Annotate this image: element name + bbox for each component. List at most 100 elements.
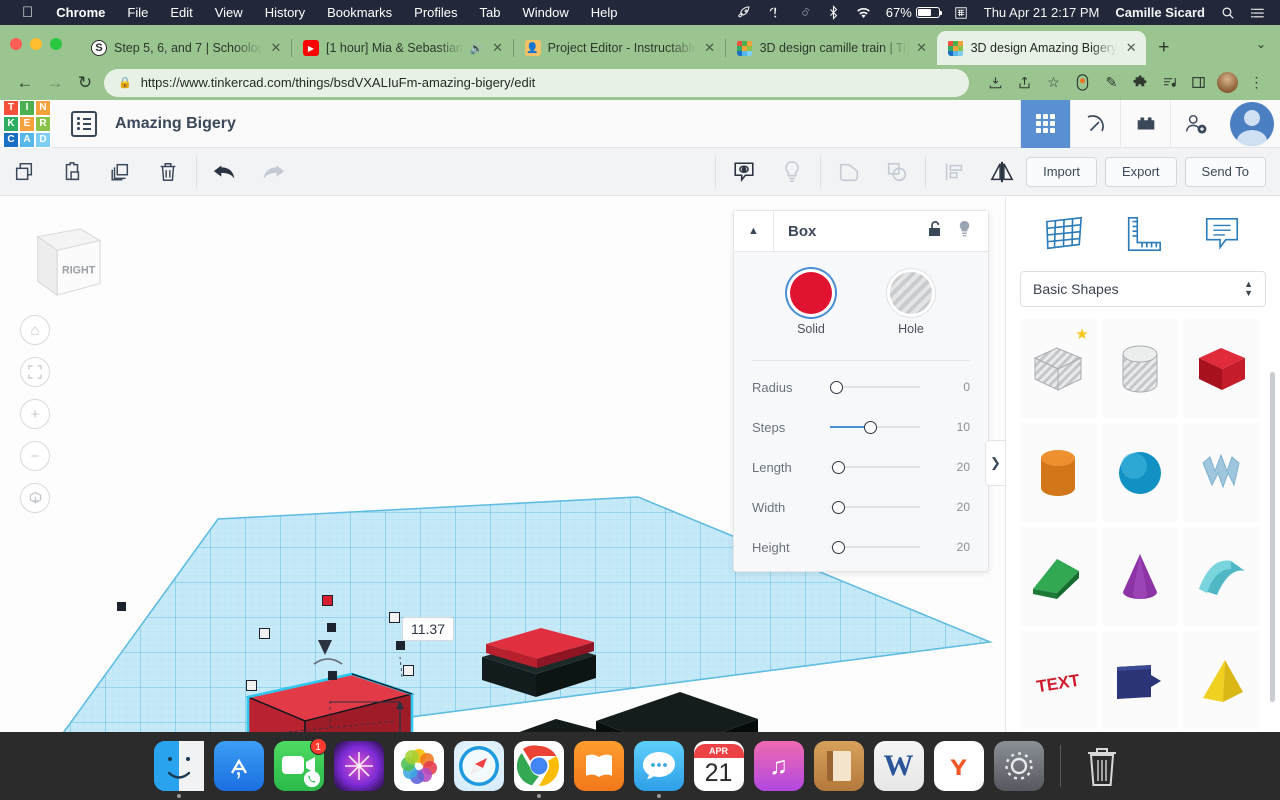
property-value[interactable]: 20 xyxy=(934,460,970,474)
apple-menu-icon[interactable]:  xyxy=(10,0,45,25)
unlock-icon[interactable] xyxy=(927,220,943,243)
back-button[interactable]: ← xyxy=(10,68,40,98)
duplicate-icon[interactable] xyxy=(96,148,144,196)
reload-button[interactable]: ↻ xyxy=(70,68,100,98)
undo-icon[interactable] xyxy=(201,148,249,196)
dock-item-chrome[interactable] xyxy=(513,741,564,798)
paste-icon[interactable] xyxy=(48,148,96,196)
steps-slider[interactable] xyxy=(830,420,934,434)
scale-handle-left[interactable] xyxy=(259,628,270,639)
ungroup-icon[interactable] xyxy=(873,148,921,196)
menu-history[interactable]: History xyxy=(254,0,316,25)
menu-profiles[interactable]: Profiles xyxy=(403,0,468,25)
property-value[interactable]: 20 xyxy=(934,540,970,554)
media-list-icon[interactable] xyxy=(1156,69,1183,96)
menu-chrome[interactable]: Chrome xyxy=(45,0,116,25)
zoom-in-icon[interactable]: + xyxy=(20,399,50,429)
tinkercad-logo[interactable]: T I N K E R C A D xyxy=(3,99,51,148)
scale-handle-corner-b[interactable] xyxy=(396,641,405,650)
sync-icon[interactable] xyxy=(790,6,820,20)
profile-avatar[interactable] xyxy=(1214,69,1241,96)
menu-bookmarks[interactable]: Bookmarks xyxy=(316,0,403,25)
ruler-icon[interactable] xyxy=(1120,211,1166,257)
shape-box-hole[interactable]: ★ xyxy=(1020,319,1097,418)
alert-icon[interactable] xyxy=(760,6,790,20)
close-tab-icon[interactable]: ✕ xyxy=(491,40,505,56)
width-slider[interactable] xyxy=(830,500,934,514)
ortho-perspective-icon[interactable] xyxy=(20,483,50,513)
menu-help[interactable]: Help xyxy=(580,0,629,25)
dock-item-facetime[interactable]: 1 xyxy=(273,738,327,791)
note-eye-icon[interactable] xyxy=(720,148,768,196)
extensions-puzzle-icon[interactable] xyxy=(1127,69,1154,96)
tab-audio-icon[interactable]: 🔊 xyxy=(470,42,484,55)
close-tab-icon[interactable]: ✕ xyxy=(1124,40,1138,56)
dock-item-siri[interactable] xyxy=(333,741,384,791)
dock-item-photos[interactable] xyxy=(393,741,444,791)
menu-bar-username[interactable]: Camille Sicard xyxy=(1107,0,1213,25)
dock-item-safari[interactable] xyxy=(453,741,504,791)
dock-item-finder[interactable] xyxy=(153,741,204,798)
new-tab-button[interactable]: + xyxy=(1146,31,1181,65)
menu-file[interactable]: File xyxy=(116,0,159,25)
hole-option[interactable]: Hole xyxy=(890,272,932,336)
dock-item-itunes[interactable]: ♫ xyxy=(753,741,804,791)
light-bulb-icon[interactable] xyxy=(957,220,972,243)
close-tab-icon[interactable]: ✕ xyxy=(915,40,929,56)
pencil-icon[interactable]: ✎ xyxy=(1098,69,1125,96)
browser-tab-instructables[interactable]: 👤 Project Editor - Instructables ✕ xyxy=(514,31,725,65)
property-value[interactable]: 20 xyxy=(934,500,970,514)
shape-tag-navy[interactable] xyxy=(1101,631,1179,730)
browser-tab-tinkercad-bigery[interactable]: 3D design Amazing Bigery ✕ xyxy=(936,31,1147,65)
install-app-icon[interactable] xyxy=(982,69,1009,96)
dock-item-messages[interactable] xyxy=(633,741,684,798)
input-source-icon[interactable] xyxy=(946,6,976,20)
menu-bar-clock[interactable]: Thu Apr 21 2:17 PM xyxy=(976,0,1108,25)
align-icon[interactable] xyxy=(930,148,978,196)
browser-tab-tinkercad-train[interactable]: 3D design camille train | Tinkercad ✕ xyxy=(726,31,937,65)
menu-window[interactable]: Window xyxy=(512,0,580,25)
import-button[interactable]: Import xyxy=(1026,156,1097,187)
spotlight-search-icon[interactable] xyxy=(1213,6,1243,20)
tab-search-chevron-icon[interactable]: ⌄ xyxy=(1256,37,1266,51)
close-window-button[interactable] xyxy=(10,38,22,50)
dock-item-paint[interactable]: ʏ xyxy=(933,741,984,791)
notes-icon[interactable] xyxy=(1199,211,1245,257)
maximize-window-button[interactable] xyxy=(50,38,62,50)
dock-item-app-store[interactable]: ; xyxy=(213,741,264,791)
shape-cylinder-hole[interactable] xyxy=(1101,319,1179,418)
zoom-out-icon[interactable]: − xyxy=(20,441,50,471)
copy-icon[interactable] xyxy=(0,148,48,196)
control-center-icon[interactable] xyxy=(1243,6,1274,20)
close-tab-icon[interactable]: ✕ xyxy=(269,40,283,56)
scale-handle-corner-d[interactable] xyxy=(403,665,414,676)
dock-item-system-preferences[interactable] xyxy=(993,741,1044,791)
redo-icon[interactable] xyxy=(249,148,297,196)
scale-handle-front[interactable] xyxy=(328,671,337,680)
fit-all-icon[interactable] xyxy=(20,357,50,387)
gallery-grid-icon[interactable] xyxy=(1020,99,1070,148)
scale-handle-right[interactable] xyxy=(389,612,400,623)
forward-button[interactable]: → xyxy=(40,68,70,98)
dimension-label[interactable]: 11.37 xyxy=(402,617,454,641)
bookmark-star-icon[interactable]: ☆ xyxy=(1040,69,1067,96)
mirror-icon[interactable] xyxy=(978,148,1026,196)
delete-trash-icon[interactable] xyxy=(144,148,192,196)
shape-sphere-blue[interactable] xyxy=(1101,423,1179,522)
dock-item-trash[interactable] xyxy=(1077,741,1127,791)
share-icon[interactable] xyxy=(1011,69,1038,96)
scale-handle-corner-a[interactable] xyxy=(117,602,126,611)
workplane-grid-icon[interactable] xyxy=(1041,211,1087,257)
shapes-scrollbar[interactable] xyxy=(1270,372,1275,702)
close-tab-icon[interactable]: ✕ xyxy=(703,40,717,56)
dock-item-calendar[interactable]: APR 21 xyxy=(693,741,744,791)
shape-scribble-blue[interactable] xyxy=(1183,423,1260,522)
dock-item-notes[interactable] xyxy=(813,741,864,791)
bluetooth-icon[interactable] xyxy=(820,5,847,20)
shape-cylinder-orange[interactable] xyxy=(1020,423,1097,522)
hole-swatch[interactable] xyxy=(890,272,932,314)
shape-cone-purple[interactable] xyxy=(1101,527,1179,626)
light-bulb-icon[interactable] xyxy=(768,148,816,196)
menu-tab[interactable]: Tab xyxy=(469,0,512,25)
export-button[interactable]: Export xyxy=(1104,156,1177,187)
